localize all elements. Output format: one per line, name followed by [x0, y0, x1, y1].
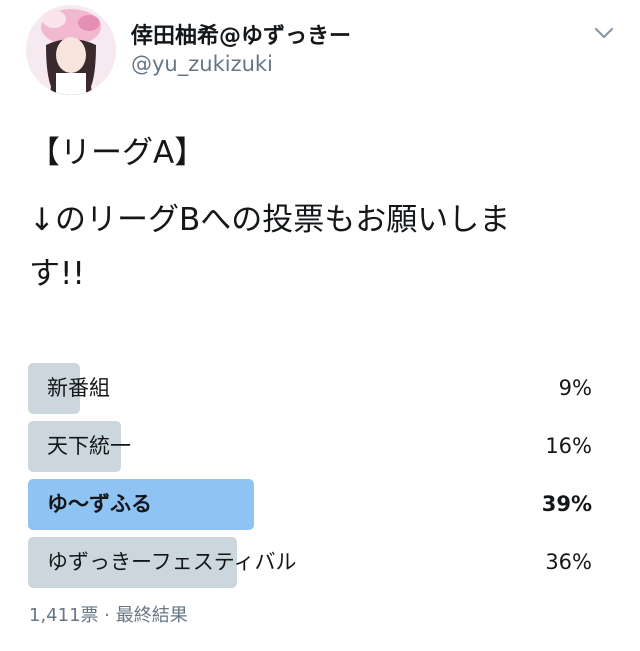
tweet-text: 【リーグA】 ↓のリーグBへの投票もお願いしま す!! — [29, 126, 619, 301]
poll-option-label: ゆ〜ずふる — [47, 492, 152, 516]
poll-option-percent: 9% — [558, 376, 592, 400]
tweet-title-line: 【リーグA】 — [29, 135, 206, 171]
poll-option-percent: 16% — [545, 434, 592, 458]
tweet-body-line: す!! — [29, 256, 85, 292]
tweet-body-line: ↓のリーグBへの投票もお願いしま — [29, 202, 511, 238]
poll-option: 天下統一 16% — [28, 421, 598, 472]
poll-option-percent: 39% — [541, 492, 592, 516]
poll-option: ゆずっきーフェスティバル 36% — [28, 537, 598, 588]
poll-footer: 1,411票 · 最終結果 — [29, 605, 188, 626]
poll-option-label: 新番組 — [47, 376, 110, 400]
poll-option: 新番組 9% — [28, 363, 598, 414]
avatar[interactable] — [26, 5, 116, 95]
poll-option-label: ゆずっきーフェスティバル — [47, 550, 297, 574]
tweet-header: 倖田柚希@ゆずっきー @yu_zukizuki — [0, 0, 640, 100]
user-handle[interactable]: @yu_zukizuki — [131, 52, 273, 76]
display-name[interactable]: 倖田柚希@ゆずっきー — [131, 18, 351, 50]
poll-option: ゆ〜ずふる 39% — [28, 479, 598, 530]
chevron-down-icon[interactable] — [592, 24, 616, 42]
poll-option-percent: 36% — [545, 550, 592, 574]
poll-option-label: 天下統一 — [47, 434, 131, 458]
poll: 新番組 9% 天下統一 16% ゆ〜ずふる 39% ゆずっきーフェスティバル 3… — [28, 363, 598, 595]
